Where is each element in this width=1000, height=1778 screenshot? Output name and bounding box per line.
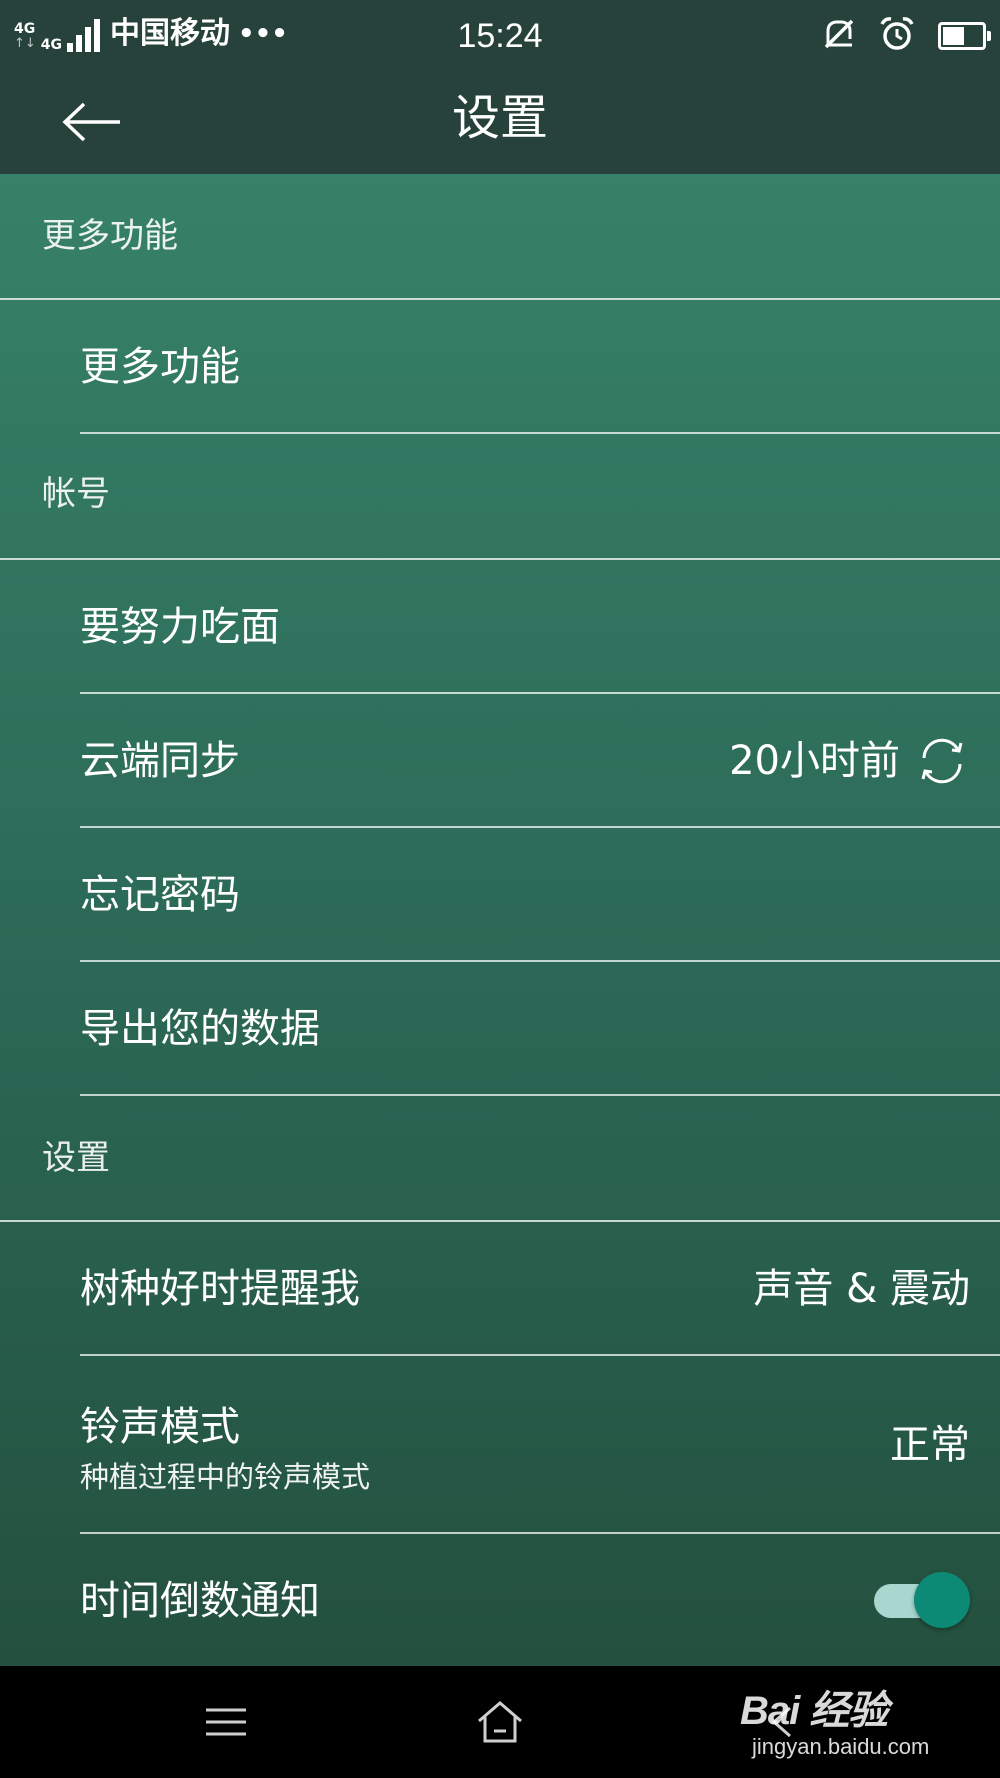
- home-button[interactable]: [470, 1692, 530, 1752]
- top-bar: 4G ↑↓ 4G 中国移动 ••• 15:24 设置: [0, 0, 1000, 174]
- row-label: 云端同步: [80, 738, 240, 784]
- system-nav-bar: Bai 经验 jingyan.baidu.com: [0, 1666, 1000, 1778]
- row-tree-reminder[interactable]: 树种好时提醒我 声音 & 震动: [80, 1222, 1000, 1356]
- row-label: 树种好时提醒我: [80, 1266, 360, 1312]
- menu-icon: [206, 1708, 246, 1736]
- mute-icon: [822, 17, 856, 55]
- row-value: 20小时前: [729, 736, 970, 786]
- section-label: 更多功能: [42, 216, 178, 256]
- row-export-data[interactable]: 导出您的数据: [80, 962, 1000, 1096]
- sync-time: 20小时前: [729, 738, 900, 784]
- watermark-logo: Bai 经验: [740, 1689, 888, 1733]
- countdown-notification-toggle[interactable]: [874, 1570, 970, 1630]
- app-bar: 设置: [0, 72, 1000, 174]
- row-label: 导出您的数据: [80, 1006, 320, 1052]
- row-cloud-sync[interactable]: 云端同步 20小时前: [80, 694, 1000, 828]
- row-label: 铃声模式: [80, 1404, 240, 1450]
- row-username[interactable]: 要努力吃面: [80, 560, 1000, 694]
- row-label: 时间倒数通知: [80, 1578, 320, 1624]
- section-label: 设置: [42, 1138, 110, 1178]
- section-label: 帐号: [42, 474, 110, 514]
- toggle-thumb: [914, 1572, 970, 1628]
- row-countdown-notification[interactable]: 时间倒数通知: [80, 1534, 1000, 1666]
- battery-level: [943, 27, 964, 45]
- settings-list: 更多功能 更多功能 帐号 要努力吃面 云端同步 20小时前 忘记密码 导出您的数…: [0, 174, 1000, 1666]
- row-forgot-password[interactable]: 忘记密码: [80, 828, 1000, 962]
- section-header-account: 帐号: [0, 432, 1000, 560]
- row-value: 声音 & 震动: [753, 1266, 970, 1312]
- page-title: 设置: [451, 90, 548, 146]
- row-label: 忘记密码: [80, 872, 240, 918]
- row-sublabel: 种植过程中的铃声模式: [80, 1460, 371, 1494]
- sync-icon[interactable]: [914, 736, 970, 786]
- row-label: 更多功能: [80, 344, 240, 390]
- section-header-settings: 设置: [0, 1096, 1000, 1222]
- row-ringtone-mode[interactable]: 铃声模式 种植过程中的铃声模式 正常: [80, 1356, 1000, 1534]
- row-more-features[interactable]: 更多功能: [80, 300, 1000, 434]
- menu-button[interactable]: [196, 1692, 256, 1752]
- home-icon: [478, 1701, 522, 1743]
- row-label: 要努力吃面: [80, 604, 280, 650]
- status-right: [822, 14, 991, 58]
- status-bar: 4G ↑↓ 4G 中国移动 ••• 15:24: [0, 0, 1000, 72]
- watermark-url: jingyan.baidu.com: [752, 1734, 930, 1759]
- row-value: 正常: [890, 1422, 970, 1468]
- section-header-more-features: 更多功能: [0, 174, 1000, 300]
- battery-icon: [938, 22, 991, 50]
- baidu-jingyan-watermark: Bai 经验 jingyan.baidu.com: [740, 1672, 960, 1772]
- alarm-icon: [878, 15, 916, 57]
